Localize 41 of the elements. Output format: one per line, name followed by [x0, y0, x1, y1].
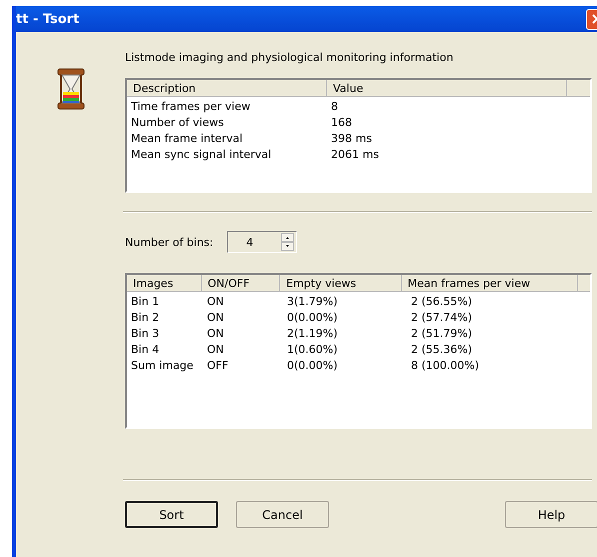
table-cell-text: 8 (100.00%) — [410, 358, 480, 374]
column-header[interactable]: Value — [327, 80, 567, 97]
table-cell-text: Bin 4 — [130, 342, 160, 358]
table-cell-text: ON — [206, 326, 225, 342]
table-cell-text: OFF — [206, 358, 230, 374]
table-cell-text: Bin 3 — [130, 326, 160, 342]
table-cell-text: 8 — [330, 99, 339, 115]
column-header[interactable]: Mean frames per view — [402, 275, 578, 292]
table-cell-text: ON — [206, 342, 225, 358]
table-cell-text: 2 (51.79%) — [410, 326, 474, 342]
column-header[interactable]: ON/OFF — [202, 275, 280, 292]
column-header[interactable]: Images — [127, 275, 202, 292]
table-cell-text: 2 (56.55%) — [410, 294, 474, 310]
table-cell-text: 2 (55.36%) — [410, 342, 474, 358]
section-heading: Listmode imaging and physiological monitoring information — [125, 51, 454, 64]
table-cell-text: 0(0.00%) — [286, 358, 339, 374]
table-cell-text: 2(1.19%) — [286, 326, 339, 342]
table-cell-text: 398 ms — [330, 131, 373, 147]
table-cell-text: 2 (57.74%) — [410, 310, 474, 326]
table-cell-text: 168 — [330, 115, 353, 131]
table-cell-text: Number of views — [130, 115, 225, 131]
table-cell-text: 0(0.00%) — [286, 310, 339, 326]
dialog-button[interactable]: Sort — [125, 501, 218, 528]
table-cell-text: Time frames per view — [130, 99, 252, 115]
table-cell-text: Bin 2 — [130, 310, 160, 326]
table-cell-text: 1(0.60%) — [286, 342, 339, 358]
field-label: Number of bins: — [125, 236, 214, 248]
table-cell-text: ON — [206, 294, 225, 310]
table-cell-text: Mean frame interval — [130, 131, 244, 147]
table-cell-text: 2061 ms — [330, 147, 380, 163]
column-header[interactable]: Empty views — [280, 275, 402, 292]
table-cell-text: 3(1.79%) — [286, 294, 339, 310]
table-cell-text: Mean sync signal interval — [130, 147, 272, 163]
table-cell-text: Bin 1 — [130, 294, 160, 310]
dialog-button[interactable]: Cancel — [236, 501, 329, 528]
table-cell-text: Sum image — [130, 358, 194, 374]
column-header[interactable]: Description — [127, 80, 327, 97]
spin-field[interactable]: 4 — [227, 231, 298, 253]
window-title: tt - Tsort — [16, 12, 80, 26]
dialog-button[interactable]: Help — [505, 501, 597, 528]
table-cell-text: ON — [206, 310, 225, 326]
